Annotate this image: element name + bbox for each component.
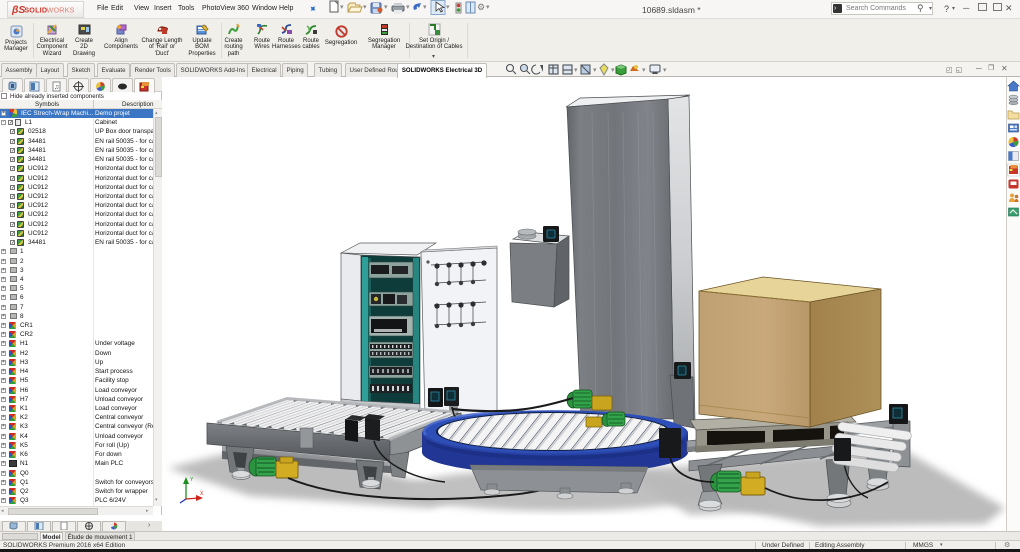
svg-text:▾: ▾	[574, 67, 578, 74]
svg-text:SOLID: SOLID	[24, 5, 47, 14]
svg-text:▾: ▾	[446, 4, 450, 11]
svg-text:Y: Y	[190, 477, 194, 483]
svg-text:▾: ▾	[593, 67, 597, 74]
svg-text:X: X	[200, 491, 204, 497]
svg-text:▾: ▾	[663, 67, 667, 74]
svg-text:▾: ▾	[642, 67, 646, 74]
svg-text:▾: ▾	[340, 4, 344, 11]
svg-text:▾: ▾	[611, 67, 615, 74]
svg-text:♫: ♫	[54, 84, 59, 91]
svg-text:▾: ▾	[486, 4, 490, 11]
svg-text:▾: ▾	[384, 4, 388, 11]
svg-text:WORKS: WORKS	[47, 5, 75, 14]
svg-text:▾: ▾	[423, 4, 427, 11]
svg-text:▾: ▾	[363, 4, 367, 11]
svg-text:⚙: ⚙	[477, 2, 485, 12]
svg-text:▾: ▾	[406, 4, 410, 11]
